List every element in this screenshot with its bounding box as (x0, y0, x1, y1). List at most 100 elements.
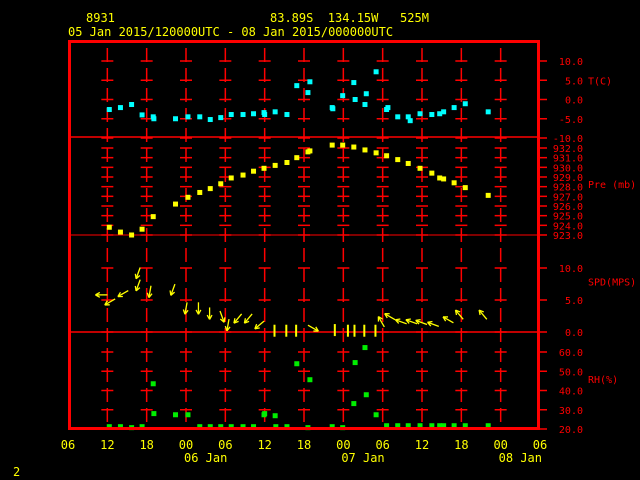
temperature-point (362, 102, 368, 108)
y-tick-label: 40.0 (559, 387, 583, 398)
station-id: 8931 (86, 11, 115, 25)
temperature-point (106, 107, 112, 113)
temperature-point (429, 112, 435, 118)
pressure-point (395, 157, 401, 163)
temperature-point (207, 117, 213, 123)
y-tick-label: 10.0 (559, 57, 583, 68)
temperature-point (395, 114, 401, 120)
rh-point (150, 381, 156, 387)
pressure-point (405, 160, 411, 166)
rh-point (262, 411, 268, 417)
temperature-point (151, 116, 157, 122)
temperature-point (305, 90, 311, 96)
temperature-point (407, 118, 413, 124)
pressure-point (373, 150, 379, 156)
temperature-point (441, 109, 447, 115)
wind-arrow (233, 313, 243, 324)
temperature-point (272, 109, 278, 115)
pressure-point (228, 175, 234, 181)
wind-arrow (394, 318, 407, 325)
panel-label-wind: SPD(MPS) (588, 278, 636, 289)
wind-arrow (478, 309, 488, 320)
temperature-point (139, 112, 145, 118)
rh-point (173, 412, 179, 418)
pressure-point (218, 181, 224, 187)
wind-head (405, 318, 411, 321)
temperature-point (373, 69, 379, 75)
pressure-point (261, 165, 267, 171)
y-tick-label: 0.0 (565, 96, 583, 107)
temperature-point (228, 112, 234, 118)
temperature-point (240, 112, 246, 118)
pressure-point (329, 142, 335, 148)
wind-head (395, 318, 401, 321)
time-range: 05 Jan 2015/120000UTC - 08 Jan 2015/0000… (68, 25, 393, 39)
y-tick-label: 923.0 (553, 231, 583, 242)
pressure-point (251, 168, 257, 174)
station-location: 83.89S 134.15W 525M (270, 11, 429, 25)
pressure-point (462, 185, 468, 191)
wind-arrow (206, 307, 213, 320)
temperature-point (485, 109, 491, 115)
rh-point (352, 360, 358, 366)
pressure-point (284, 160, 290, 165)
pressure-point (441, 176, 447, 182)
y-tick-label: 5.0 (565, 76, 583, 87)
temperature-point (262, 112, 268, 118)
x-tick-label: 18 (139, 438, 153, 452)
y-tick-label: 30.0 (559, 406, 583, 417)
y-tick-label: 20.0 (559, 425, 583, 436)
date-label: 08 Jan (499, 451, 542, 465)
rh-point (294, 361, 300, 367)
wind-arrow (307, 324, 319, 332)
x-tick-label: 00 (493, 438, 507, 452)
wind-arrow (219, 310, 226, 323)
temperature-point (129, 102, 135, 108)
wind-arrow (95, 291, 108, 298)
temperature-point (307, 79, 313, 85)
rh-point (351, 401, 357, 407)
x-tick-label: 18 (297, 438, 311, 452)
wind-head (169, 290, 172, 296)
temperature-point (451, 105, 457, 111)
wind-arrow (169, 283, 176, 296)
x-tick-label: 06 (218, 438, 232, 452)
x-tick-label: 00 (179, 438, 193, 452)
x-tick-label: 06 (375, 438, 389, 452)
wind-arrow (243, 313, 253, 324)
pressure-point (340, 142, 346, 148)
temperature-point (330, 106, 336, 112)
temperature-point (385, 105, 391, 111)
rh-point (307, 377, 313, 383)
pressure-point (272, 162, 278, 168)
x-tick-label: 00 (336, 438, 350, 452)
rh-point (363, 392, 369, 398)
date-label: 06 Jan (184, 451, 227, 465)
wind-arrow (254, 320, 265, 330)
temperature-point (363, 91, 369, 97)
pressure-point (207, 186, 213, 192)
temperature-point (218, 115, 224, 121)
pressure-point (240, 172, 246, 178)
pressure-point (173, 201, 179, 207)
meteogram-chart: 8931 83.89S 134.15W 525M 05 Jan 2015/120… (13, 11, 636, 479)
x-tick-label: 06 (533, 438, 547, 452)
wind-arrow (117, 290, 129, 298)
pressure-point (185, 194, 191, 200)
rh-point (185, 412, 191, 418)
y-tick-label: 0.0 (565, 328, 583, 339)
temperature-point (294, 83, 300, 89)
y-tick-label: 60.0 (559, 348, 583, 359)
wind-head (134, 285, 137, 292)
date-label: 07 Jan (341, 451, 384, 465)
temperature-point (351, 80, 357, 86)
x-tick-label: 12 (100, 438, 114, 452)
pressure-point (451, 180, 457, 186)
pressure-point (129, 232, 135, 238)
y-tick-label: 10.0 (559, 264, 583, 275)
pressure-point (294, 155, 300, 161)
pressure-point (384, 153, 390, 159)
temperature-point (340, 93, 346, 99)
pressure-point (351, 144, 357, 150)
rh-point (151, 411, 157, 417)
